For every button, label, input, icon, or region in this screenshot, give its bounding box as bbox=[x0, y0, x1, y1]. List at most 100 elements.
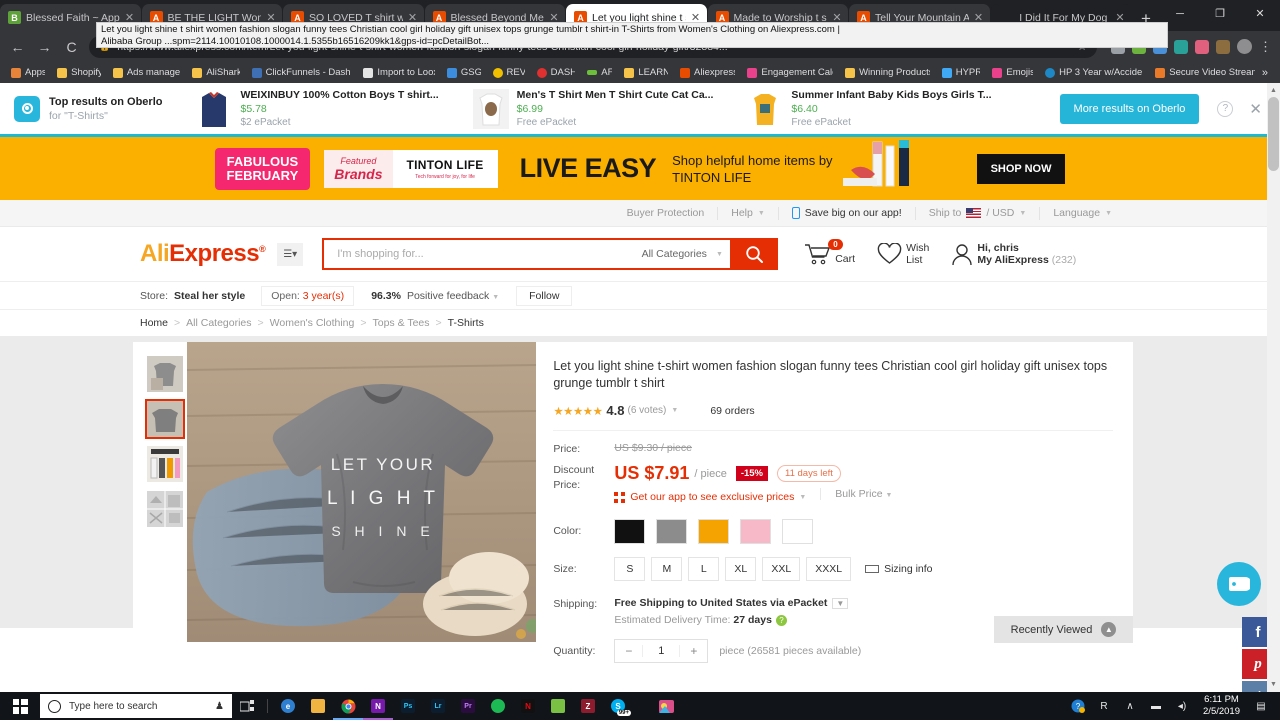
evernote-icon[interactable] bbox=[543, 692, 573, 720]
color-swatch-orange[interactable] bbox=[698, 519, 730, 544]
oberlo-product[interactable]: WEIXINBUY 100% Cotton Boys T shirt... $5… bbox=[196, 88, 439, 129]
color-swatch-pink[interactable] bbox=[740, 519, 772, 544]
promo-banner[interactable]: FABULOUS FEBRUARY Featured Brands TINTON… bbox=[0, 137, 1280, 200]
bookmarks-overflow-icon[interactable]: » bbox=[1262, 67, 1274, 79]
size-option-xl[interactable]: XL bbox=[725, 557, 757, 581]
onenote-icon[interactable]: N bbox=[363, 692, 393, 720]
breadcrumb-item-home[interactable]: Home bbox=[140, 317, 168, 329]
forward-icon[interactable]: → bbox=[35, 39, 54, 55]
bookmark-item[interactable]: DASH bbox=[532, 64, 581, 82]
extension-teal-icon[interactable] bbox=[1174, 39, 1188, 54]
bookmark-item[interactable]: Import to Loox bbox=[358, 64, 440, 82]
follow-button[interactable]: Follow bbox=[516, 285, 573, 306]
language-selector[interactable]: Language ▼ bbox=[1040, 207, 1125, 220]
bookmark-item[interactable]: HYPR bbox=[937, 64, 986, 82]
chevron-up-icon[interactable]: ▲ bbox=[1101, 622, 1117, 637]
spotify-icon[interactable] bbox=[483, 692, 513, 720]
app-promo-link[interactable]: Save big on our app! bbox=[779, 206, 916, 220]
start-button[interactable] bbox=[0, 692, 40, 720]
product-main-image[interactable]: LET YOUR L I G H T S H I N E bbox=[187, 342, 537, 642]
bookmark-item[interactable]: ClickFunnels - Dashb bbox=[247, 64, 357, 82]
scroll-down-icon[interactable]: ▼ bbox=[1268, 679, 1279, 690]
premiere-icon[interactable]: Pr bbox=[453, 692, 483, 720]
bookmark-item[interactable]: Ads manager bbox=[108, 64, 185, 82]
thumb-color-chart[interactable] bbox=[147, 446, 183, 482]
profile-avatar[interactable] bbox=[1237, 39, 1252, 54]
bookmark-item[interactable]: AF bbox=[582, 64, 617, 82]
lightroom-icon[interactable]: Lr bbox=[423, 692, 453, 720]
bulk-price-link[interactable]: Bulk Price ▼ bbox=[820, 487, 892, 500]
thumb-detail-grid[interactable] bbox=[147, 491, 183, 527]
breadcrumb-item-all-categories[interactable]: All Categories bbox=[186, 317, 251, 329]
color-swatch-gray[interactable] bbox=[656, 519, 688, 544]
bookmark-item[interactable]: Emojis bbox=[987, 64, 1038, 82]
size-option-xxxl[interactable]: XXXL bbox=[806, 557, 852, 581]
size-option-m[interactable]: M bbox=[651, 557, 683, 581]
close-icon[interactable]: ✕ bbox=[1249, 100, 1262, 118]
breadcrumb-item-tshirts[interactable]: T-Shirts bbox=[448, 317, 484, 329]
chrome-menu-icon[interactable]: ⋮ bbox=[1259, 40, 1272, 53]
sizing-info-link[interactable]: Sizing info bbox=[865, 563, 933, 575]
thumb-shirt-flatlay[interactable] bbox=[147, 356, 183, 392]
categories-menu-button[interactable]: ☰▾ bbox=[277, 242, 304, 266]
maximize-button[interactable]: ❐ bbox=[1200, 0, 1240, 27]
scroll-up-icon[interactable]: ▲ bbox=[1268, 85, 1279, 96]
extension-brown-icon[interactable] bbox=[1216, 39, 1230, 54]
bookmark-item[interactable]: Secure Video Stream bbox=[1150, 64, 1260, 82]
quantity-plus-button[interactable]: + bbox=[680, 644, 707, 658]
cart-button[interactable]: 0 Cart bbox=[804, 239, 855, 265]
wishlist-button[interactable]: Wish List bbox=[877, 242, 929, 266]
security-shield-icon[interactable]: ? bbox=[1065, 692, 1091, 720]
bookmark-item[interactable]: Winning Products bbox=[840, 64, 935, 82]
photos-icon[interactable] bbox=[651, 692, 681, 720]
file-explorer-icon[interactable] bbox=[303, 692, 333, 720]
chat-support-button[interactable] bbox=[1217, 562, 1261, 606]
quantity-minus-button[interactable]: − bbox=[615, 644, 642, 658]
bookmark-item[interactable]: Aliexpress bbox=[675, 64, 740, 82]
help-menu[interactable]: Help ▼ bbox=[718, 206, 779, 220]
help-icon[interactable]: ? bbox=[1217, 100, 1234, 117]
app-exclusive-prices-link[interactable]: Get our app to see exclusive prices ▼ bbox=[614, 491, 806, 503]
size-option-l[interactable]: L bbox=[688, 557, 720, 581]
more-results-button[interactable]: More results on Oberlo bbox=[1059, 93, 1200, 124]
netflix-icon[interactable]: N bbox=[513, 692, 543, 720]
help-icon[interactable]: ? bbox=[775, 614, 787, 626]
size-option-xxl[interactable]: XXL bbox=[762, 557, 801, 581]
zazzle-icon[interactable]: Z bbox=[573, 692, 603, 720]
bookmark-item[interactable]: HP 3 Year w/Acciden bbox=[1040, 64, 1148, 82]
battery-icon[interactable]: ▬ bbox=[1143, 692, 1169, 720]
chevron-down-icon[interactable]: ▼ bbox=[832, 597, 849, 609]
back-icon[interactable]: ← bbox=[8, 39, 27, 55]
microphone-icon[interactable]: ♟ bbox=[215, 701, 224, 712]
page-scrollbar[interactable]: ▲ ▼ bbox=[1267, 83, 1280, 692]
search-category-select[interactable]: All Categories ▼ bbox=[634, 238, 731, 270]
search-input[interactable]: I'm shopping for... bbox=[322, 238, 635, 270]
bookmark-item[interactable]: REV bbox=[488, 64, 530, 82]
chevron-down-icon[interactable]: ▼ bbox=[671, 407, 678, 414]
task-view-button[interactable] bbox=[232, 692, 262, 720]
show-hidden-icons-chevron[interactable]: ∧ bbox=[1117, 692, 1143, 720]
size-option-s[interactable]: S bbox=[614, 557, 646, 581]
color-swatch-white[interactable] bbox=[782, 519, 814, 544]
aliexpress-logo[interactable]: AliExpress® bbox=[140, 240, 266, 268]
store-name[interactable]: Steal her style bbox=[174, 290, 245, 302]
reload-icon[interactable]: C bbox=[62, 39, 81, 55]
account-button[interactable]: Hi, chris My AliExpress (232) bbox=[951, 242, 1076, 266]
bookmark-item[interactable]: GSG bbox=[442, 64, 486, 82]
edge-icon[interactable]: e bbox=[273, 692, 303, 720]
bookmark-item[interactable]: LEARN bbox=[619, 64, 673, 82]
color-swatch-black[interactable] bbox=[614, 519, 646, 544]
breadcrumb-item-womens-clothing[interactable]: Women's Clothing bbox=[270, 317, 355, 329]
oberlo-product[interactable]: Men's T Shirt Men T Shirt Cute Cat Ca...… bbox=[472, 88, 713, 129]
photoshop-icon[interactable]: Ps bbox=[393, 692, 423, 720]
thumb-shirt-closeup[interactable] bbox=[145, 399, 185, 439]
bookmark-item[interactable]: Shopify bbox=[52, 64, 106, 82]
breadcrumb-item-tops-tees[interactable]: Tops & Tees bbox=[373, 317, 430, 329]
volume-icon[interactable]: ◂) bbox=[1169, 692, 1195, 720]
quantity-stepper[interactable]: − 1 + bbox=[614, 639, 709, 663]
bookmark-item[interactable]: Apps bbox=[6, 64, 50, 82]
bookmark-item[interactable]: AliShark bbox=[187, 64, 244, 82]
chrome-icon[interactable] bbox=[333, 692, 363, 720]
ship-to-selector[interactable]: Ship to / USD ▼ bbox=[916, 206, 1041, 220]
notifications-icon[interactable]: ▤ bbox=[1248, 692, 1274, 720]
